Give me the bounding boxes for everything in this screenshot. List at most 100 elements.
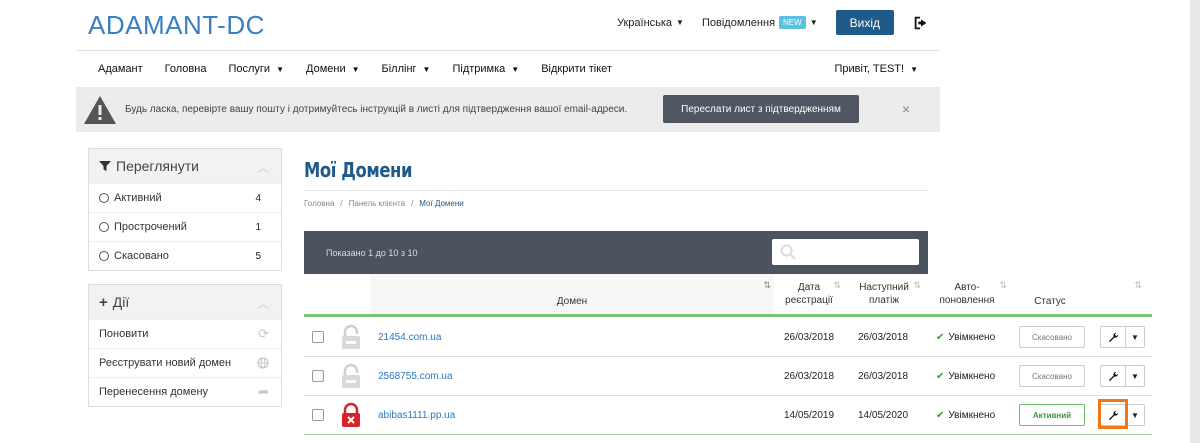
site-logo[interactable]: ADAMANT-DC <box>88 10 265 41</box>
check-icon: ✔ <box>936 332 945 343</box>
filter-panel: Переглянути ︿ Активний 4 Прострочений 1 … <box>88 148 282 271</box>
row-checkbox[interactable] <box>312 370 324 382</box>
filter-item-cancelled[interactable]: Скасовано 5 <box>89 241 281 270</box>
header-divider <box>76 50 940 51</box>
chevron-down-icon[interactable]: ▼ <box>1126 405 1144 425</box>
email-verify-alert: Будь ласка, перевірте вашу пошту і дотри… <box>76 87 940 132</box>
language-selector[interactable]: Українська ▼ <box>617 11 684 35</box>
nav-item-domains[interactable]: Домени ▼ <box>295 63 371 75</box>
chevron-up-icon: ︿ <box>256 161 269 175</box>
action-register-domain[interactable]: Реєструвати новий домен <box>89 348 281 377</box>
column-domain[interactable]: Домен ⇅ <box>370 274 774 314</box>
next-payment: 26/03/2018 <box>858 332 909 343</box>
user-menu[interactable]: Привіт, TEST! ▼ <box>835 63 940 75</box>
wrench-icon[interactable] <box>1101 327 1126 347</box>
warning-icon <box>84 95 116 124</box>
filter-title: Переглянути <box>116 158 199 174</box>
column-status[interactable]: Статус <box>1010 274 1090 314</box>
column-label: Дата реєстрації <box>785 282 833 306</box>
action-label: Поновити <box>99 328 149 340</box>
column-auto-renew[interactable]: Авто-поновлення ⇅ <box>924 274 1010 314</box>
filter-item-active[interactable]: Активний 4 <box>89 183 281 212</box>
domain-link[interactable]: 21454.com.ua <box>378 318 441 357</box>
actions-panel-header[interactable]: + Дії ︿ <box>89 285 281 319</box>
locked-icon <box>342 402 360 427</box>
column-next-payment[interactable]: Наступний платіж ⇅ <box>844 274 924 314</box>
unlocked-icon <box>342 363 360 388</box>
nav-item-home[interactable]: Головна <box>154 63 218 75</box>
radio-icon <box>99 193 109 203</box>
nav-item-billing[interactable]: Біллінг ▼ <box>371 63 442 75</box>
breadcrumb: Головна / Панель клієнта / Мої Домени <box>304 199 464 208</box>
chevron-down-icon: ▼ <box>676 18 684 27</box>
resend-verification-button[interactable]: Переслати лист з підтвердженням <box>663 95 859 123</box>
domain-link[interactable]: 2568755.com.ua <box>378 357 453 396</box>
page-title: Мої Домени <box>304 158 413 182</box>
next-payment: 14/05/2020 <box>858 410 909 421</box>
check-icon: ✔ <box>936 371 945 382</box>
actions-title: Дії <box>112 294 130 310</box>
filter-label: Активний <box>114 192 162 204</box>
header-underline <box>304 314 1152 317</box>
nav-item-support[interactable]: Підтримка ▼ <box>441 63 530 75</box>
table-row[interactable]: 21454.com.ua 26/03/2018 26/03/2018 ✔ Увім… <box>304 318 1152 357</box>
chevron-down-icon[interactable]: ▼ <box>1126 366 1144 386</box>
filter-count: 1 <box>255 221 261 233</box>
filter-panel-header[interactable]: Переглянути ︿ <box>89 149 281 183</box>
filter-count: 5 <box>255 250 261 262</box>
notifications-label: Повідомлення <box>701 16 776 29</box>
chevron-down-icon: ▼ <box>351 64 360 74</box>
main-nav: Адамант Головна Послуги ▼ Домени ▼ Біллінг… <box>76 52 940 86</box>
nav-item-adamant[interactable]: Адамант <box>76 63 154 75</box>
unlocked-icon <box>342 324 360 349</box>
close-icon[interactable]: × <box>902 101 910 117</box>
chevron-down-icon: ▼ <box>422 64 431 74</box>
table-header: Домен ⇅ Дата реєстрації ⇅ Наступний плат… <box>304 274 1152 317</box>
language-label: Українська <box>616 16 673 29</box>
breadcrumb-client-area[interactable]: Панель клієнта <box>349 199 405 208</box>
chevron-down-icon: ▼ <box>276 64 284 74</box>
chevron-down-icon[interactable]: ▼ <box>1126 327 1144 347</box>
row-actions[interactable]: ▼ <box>1100 365 1145 387</box>
chevron-down-icon: ▼ <box>910 64 918 74</box>
exit-button[interactable]: Вихід <box>835 10 894 35</box>
action-transfer-domain[interactable]: Перенесення домену ➦ <box>89 377 281 406</box>
auto-renew: ✔ Увімкнено <box>936 332 996 343</box>
row-actions[interactable]: ▼ <box>1100 326 1145 348</box>
nav-item-services[interactable]: Послуги ▼ <box>217 63 295 75</box>
table-toolbar: Показано 1 до 10 з 10 <box>304 231 928 274</box>
column-label: Статус <box>1034 295 1066 307</box>
action-renew[interactable]: Поновити ⟳ <box>89 319 281 348</box>
column-label: Домен <box>556 295 588 307</box>
column-label: Наступний платіж <box>859 282 909 306</box>
sort-icon: ⇅ <box>763 280 771 290</box>
check-icon: ✔ <box>936 410 945 421</box>
filter-item-expired[interactable]: Прострочений 1 <box>89 212 281 241</box>
row-checkbox[interactable] <box>312 331 324 343</box>
actions-panel: + Дії ︿ Поновити ⟳ Реєструвати новий дом… <box>88 284 282 407</box>
column-reg-date[interactable]: Дата реєстрації ⇅ <box>774 274 844 314</box>
logout-icon[interactable] <box>912 14 930 32</box>
column-label: Авто-поновлення <box>939 282 995 306</box>
next-payment: 26/03/2018 <box>858 371 909 382</box>
table-row[interactable]: abibas1111.pp.ua 14/05/2019 14/05/2020 ✔… <box>304 396 1152 435</box>
filter-count: 4 <box>255 192 261 204</box>
domain-link[interactable]: abibas1111.pp.ua <box>378 396 455 435</box>
search-input[interactable] <box>772 239 919 265</box>
filter-label: Прострочений <box>114 221 187 233</box>
chevron-down-icon: ▼ <box>809 18 818 27</box>
reg-date: 14/05/2019 <box>784 410 835 421</box>
column-actions[interactable]: ⇅ <box>1090 274 1152 314</box>
row-checkbox[interactable] <box>312 409 324 421</box>
table-row[interactable]: 2568755.com.ua 26/03/2018 26/03/2018 ✔ Ув… <box>304 357 1152 396</box>
notifications-menu[interactable]: Повідомлення NEW ▼ <box>702 11 818 35</box>
new-badge: NEW <box>779 16 806 29</box>
breadcrumb-separator: / <box>340 199 343 208</box>
sort-icon: ⇅ <box>913 280 921 290</box>
wrench-icon[interactable] <box>1101 366 1126 386</box>
reg-date: 26/03/2018 <box>784 371 835 382</box>
nav-item-open-ticket[interactable]: Відкрити тікет <box>530 63 623 75</box>
filter-label: Скасовано <box>114 250 169 262</box>
radio-icon <box>99 251 109 261</box>
breadcrumb-home[interactable]: Головна <box>304 199 334 208</box>
